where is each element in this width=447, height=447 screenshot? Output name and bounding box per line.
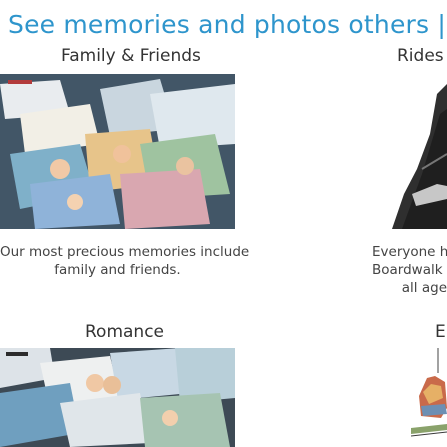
family-friends-description: Our most precious memories include famil… xyxy=(0,243,250,279)
event-photo[interactable] xyxy=(411,348,447,447)
rides-description: Everyone h Boardwalk h all age xyxy=(372,243,447,297)
description-line: family and friends. xyxy=(54,262,181,278)
card-title-rides[interactable]: Rides xyxy=(397,46,444,66)
card-title-event[interactable]: E xyxy=(435,322,446,342)
card-title-romance[interactable]: Romance xyxy=(85,322,164,342)
rides-photo[interactable] xyxy=(382,74,447,229)
romance-photo[interactable] xyxy=(0,348,235,447)
description-line: Everyone h xyxy=(372,244,447,260)
description-line: all age xyxy=(401,280,447,296)
description-line: Our most precious memories include xyxy=(0,244,250,260)
card-title-family-friends[interactable]: Family & Friends xyxy=(61,46,201,66)
description-line: Boardwalk h xyxy=(372,262,447,278)
page-headline: See memories and photos others | xyxy=(8,10,446,39)
family-friends-photo[interactable] xyxy=(0,74,235,229)
